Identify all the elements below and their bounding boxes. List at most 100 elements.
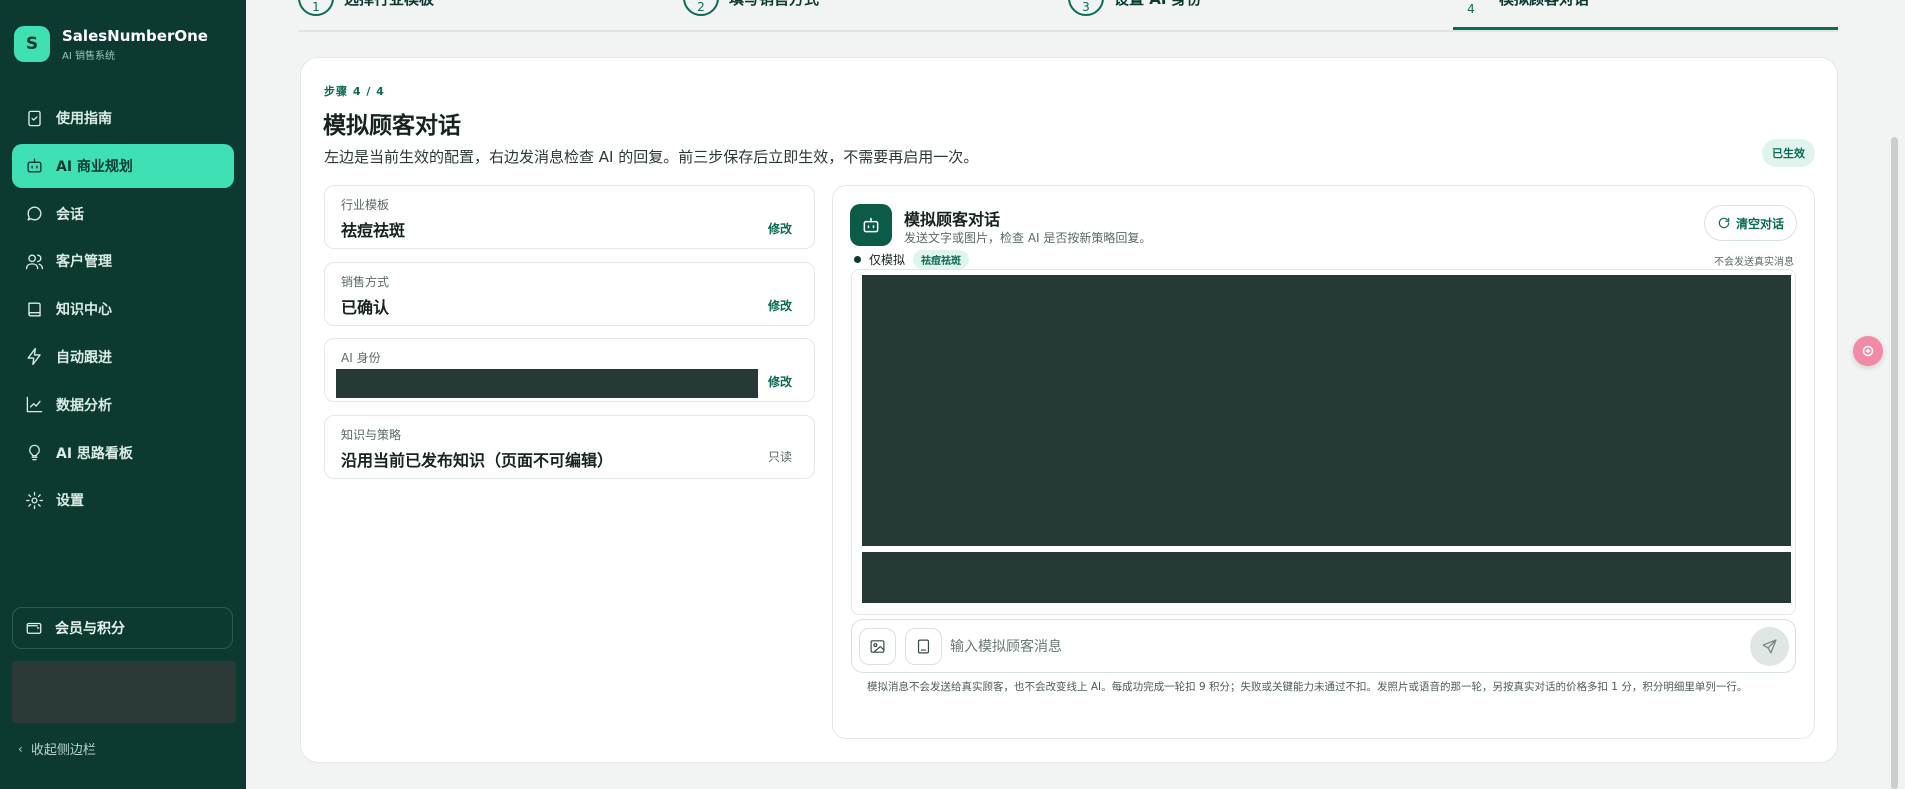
redacted-ai-identity: [336, 369, 758, 398]
brand-name: SalesNumberOne: [62, 26, 208, 45]
refresh-icon: [1718, 217, 1730, 229]
sidebar-item-label: 自动跟进: [56, 349, 112, 366]
status-badge: 已生效: [1762, 139, 1815, 167]
step-circle: 4: [1467, 2, 1475, 16]
redacted-account-info: [12, 661, 236, 723]
member-points-label: 会员与积分: [55, 621, 125, 637]
robot-icon: [27, 158, 42, 173]
template-chip: 祛痘祛斑: [913, 250, 970, 269]
edit-industry-button[interactable]: 修改: [768, 220, 792, 237]
floating-helper-button[interactable]: [1853, 336, 1883, 366]
config-ai-identity: AI 身份 修改: [324, 338, 815, 402]
brand-logo: S: [14, 26, 50, 62]
step-label: 设置 AI 身份: [1114, 0, 1202, 9]
upload-image-button[interactable]: [859, 628, 896, 665]
sidebar-item-label: 使用指南: [56, 111, 112, 127]
sidebar-item-guide[interactable]: 使用指南: [12, 96, 234, 140]
edit-ai-identity-button[interactable]: 修改: [768, 373, 792, 390]
send-button[interactable]: [1750, 627, 1789, 666]
billing-footnote: 模拟消息不会发送给真实顾客，也不会改变线上 AI。每成功完成一轮扣 9 积分；失…: [867, 681, 1748, 693]
member-points-button[interactable]: 会员与积分: [12, 607, 233, 649]
step-4[interactable]: 4 模拟顾客对话: [1453, 0, 1589, 32]
sidebar-item-label: AI 思路看板: [56, 445, 133, 462]
collapse-sidebar-label: 收起侧边栏: [30, 743, 96, 758]
step-label: 选择行业模板: [344, 0, 434, 9]
sidebar-item-ai-business-plan[interactable]: AI 商业规划: [12, 143, 234, 188]
config-label: AI 身份: [341, 351, 381, 365]
sidebar-item-label: 知识中心: [56, 302, 112, 319]
message-area[interactable]: [851, 269, 1796, 615]
config-label: 销售方式: [341, 275, 390, 289]
chat-bubble-icon: [27, 206, 42, 221]
message-composer: [851, 619, 1796, 673]
lightbulb-icon: [29, 444, 40, 461]
step-circle: 2: [683, 0, 719, 16]
main-card: 步骤 4 / 4 模拟顾客对话 左边是当前生效的配置，右边发消息检查 AI 的回…: [300, 57, 1838, 763]
clear-chat-button[interactable]: 清空对话: [1703, 205, 1797, 241]
page-scrollbar[interactable]: [1891, 137, 1898, 789]
config-knowledge-strategy: 知识与策略 沿用当前已发布知识（页面不可编辑） 只读: [324, 415, 815, 479]
config-label: 行业模板: [341, 198, 390, 212]
chat-title: 模拟顾客对话: [904, 210, 1001, 229]
page-title: 模拟顾客对话: [323, 113, 461, 139]
sidebar-item-analytics[interactable]: 数据分析: [12, 383, 234, 427]
sidebar-item-customers[interactable]: 客户管理: [12, 239, 234, 283]
redacted-messages: [862, 552, 1791, 603]
page-description: 左边是当前生效的配置，右边发消息检查 AI 的回复。前三步保存后立即生效，不需要…: [324, 148, 979, 166]
no-send-note: 不会发送真实消息: [1714, 257, 1794, 268]
message-input[interactable]: [950, 634, 1710, 660]
redacted-messages: [862, 275, 1791, 546]
book-icon: [28, 302, 41, 317]
simulation-label: 仅模拟: [869, 253, 906, 267]
guide-icon: [28, 110, 41, 126]
step-2[interactable]: 2 填写销售方式: [683, 0, 819, 32]
step-1[interactable]: 1 选择行业模板: [298, 0, 434, 32]
sidebar-item-label: 设置: [56, 493, 84, 510]
config-sales-method: 销售方式 已确认 修改: [324, 262, 815, 326]
assistant-icon: [1862, 345, 1874, 357]
config-label: 知识与策略: [341, 428, 402, 442]
step-3[interactable]: 3 设置 AI 身份: [1068, 0, 1202, 32]
tablet-icon: [917, 639, 930, 654]
sidebar-nav: 使用指南 AI 商业规划 会话 客户管理 知识中心 自动跟进 数据分析 AI 思…: [12, 96, 234, 526]
step-label: 模拟顾客对话: [1499, 0, 1589, 9]
simulation-indicator: 仅模拟 祛痘祛斑: [854, 250, 970, 269]
sidebar-item-label: 客户管理: [56, 254, 112, 271]
sidebar-item-auto-followup[interactable]: 自动跟进: [12, 335, 234, 379]
config-industry-template: 行业模板 祛痘祛斑 修改: [324, 185, 815, 249]
gear-icon: [25, 491, 44, 509]
clear-chat-label: 清空对话: [1735, 216, 1784, 231]
lightning-icon: [27, 348, 41, 366]
step-circle: 1: [298, 0, 334, 16]
chart-icon: [26, 396, 43, 413]
send-icon: [1762, 639, 1777, 654]
collapse-sidebar-button[interactable]: ‹ 收起侧边栏: [18, 739, 96, 759]
sidebar-item-label: 数据分析: [56, 397, 112, 414]
sidebar-item-conversations[interactable]: 会话: [12, 192, 234, 236]
step-tag: 步骤 4 / 4: [324, 85, 385, 98]
config-value: 祛痘祛斑: [341, 221, 406, 240]
wizard-stepper: 1 选择行业模板 2 填写销售方式 3 设置 AI 身份 4 模拟顾客对话: [298, 0, 1838, 32]
image-icon: [870, 640, 885, 653]
sidebar-item-settings[interactable]: 设置: [12, 478, 234, 522]
chat-subtitle: 发送文字或图片，检查 AI 是否按新策略回复。: [904, 231, 1152, 245]
sidebar-item-ai-ideas-board[interactable]: AI 思路看板: [12, 431, 234, 475]
step-label: 填写销售方式: [729, 0, 819, 9]
sidebar-item-label: 会话: [56, 206, 84, 223]
edit-sales-method-button[interactable]: 修改: [768, 297, 792, 314]
brand: S SalesNumberOne AI 销售系统: [14, 26, 208, 62]
sidebar-item-knowledge[interactable]: 知识中心: [12, 287, 234, 331]
chat-panel: 模拟顾客对话 发送文字或图片，检查 AI 是否按新策略回复。 清空对话 仅模拟 …: [832, 185, 1815, 739]
robot-icon: [863, 217, 879, 233]
users-icon: [25, 254, 44, 270]
chat-avatar: [850, 204, 892, 246]
brand-subtitle: AI 销售系统: [62, 50, 115, 62]
readonly-label: 只读: [767, 450, 792, 464]
sidebar: S SalesNumberOne AI 销售系统 使用指南 AI 商业规划 会话…: [0, 0, 246, 789]
status-dot: [854, 256, 861, 263]
config-value: 已确认: [341, 298, 390, 317]
template-book-button[interactable]: [905, 628, 942, 665]
step-circle: 3: [1068, 0, 1104, 16]
wallet-icon: [26, 622, 42, 634]
sidebar-item-label: AI 商业规划: [56, 158, 133, 175]
